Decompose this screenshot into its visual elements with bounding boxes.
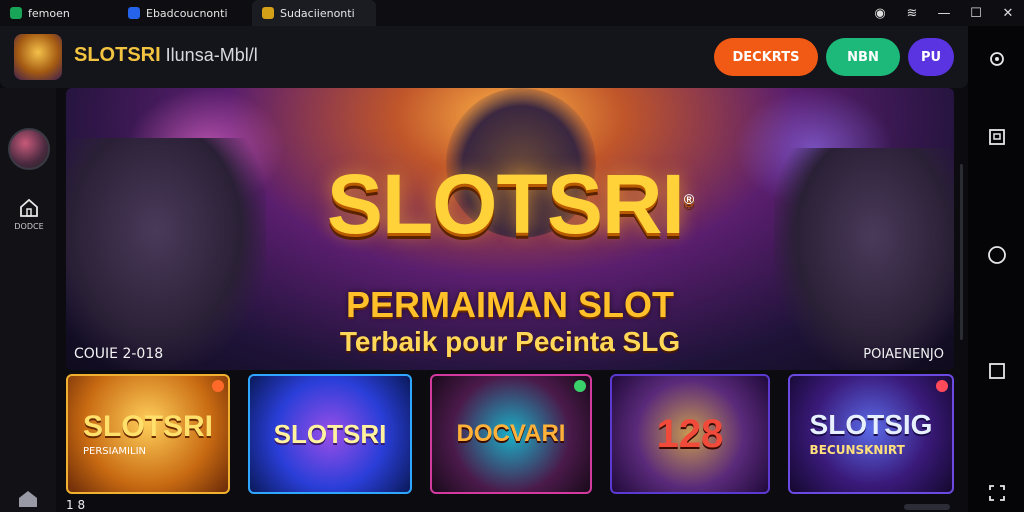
game-card[interactable]: DOCVARI bbox=[430, 374, 592, 494]
game-title: SLOTSRI bbox=[82, 409, 213, 443]
pager[interactable]: 1 8 bbox=[66, 498, 85, 512]
right-system-rail bbox=[968, 26, 1024, 512]
sidebar-item-home[interactable]: DODCE bbox=[10, 198, 48, 231]
brand-name[interactable]: SLOTSRI Ilunsa-Mbl/l bbox=[74, 44, 258, 67]
hero-title-text: SLOTSRI bbox=[326, 157, 685, 251]
game-card[interactable]: SLOTSIG BECUNSKNIRT bbox=[788, 374, 954, 494]
game-title: DOCVARI bbox=[456, 420, 566, 447]
hero-footer-right: POIAENENJO bbox=[863, 347, 944, 362]
game-subtitle: BECUNSKNIRT bbox=[809, 443, 905, 457]
avatar[interactable] bbox=[8, 128, 50, 170]
badge-icon bbox=[574, 380, 586, 392]
scrollbar[interactable] bbox=[960, 164, 963, 340]
hero-tagline: Terbaik pour Pecinta SLG bbox=[339, 326, 681, 357]
deposit-button[interactable]: DECKRTS bbox=[714, 38, 818, 76]
game-title: 128 bbox=[656, 412, 724, 456]
home-circle-icon[interactable] bbox=[986, 244, 1008, 266]
maximize-icon[interactable]: ☐ bbox=[960, 0, 992, 26]
bottom-strip bbox=[56, 496, 968, 512]
tab-label: Ebadcoucnonti bbox=[146, 6, 228, 20]
tab-ebadcoucnonti[interactable]: Ebadcoucnonti bbox=[118, 0, 252, 26]
game-card[interactable]: SLOTSRI bbox=[248, 374, 412, 494]
site-logo[interactable] bbox=[14, 34, 62, 80]
new-button[interactable]: NBN bbox=[826, 38, 900, 76]
record-icon[interactable]: ◉ bbox=[864, 0, 896, 26]
trademark-symbol: ® bbox=[683, 191, 694, 207]
gold-app-icon bbox=[262, 7, 274, 19]
wifi-icon[interactable]: ≋ bbox=[896, 0, 928, 26]
screenshot-icon[interactable] bbox=[986, 126, 1008, 148]
home-icon bbox=[20, 198, 38, 217]
brand-secondary: Ilunsa-Mbl/l bbox=[160, 45, 258, 65]
minimize-icon[interactable]: — bbox=[928, 0, 960, 26]
badge-icon bbox=[936, 380, 948, 392]
hero-title: SLOTSRI® bbox=[66, 156, 954, 253]
hero-subtitle: PERMAIMAN SLOT bbox=[346, 284, 674, 325]
sidebar-item-label: DODCE bbox=[14, 222, 44, 231]
hero-banner[interactable]: SLOTSRI® PERMAIMAN SLOT Terbaik pour Pec… bbox=[66, 88, 954, 370]
brand-primary: SLOTSRI bbox=[74, 44, 161, 66]
app-icon bbox=[10, 7, 22, 19]
home-icon[interactable] bbox=[16, 488, 40, 508]
blue-app-icon bbox=[128, 7, 140, 19]
site-header: SLOTSRI Ilunsa-Mbl/l DECKRTS NBN PU bbox=[0, 26, 968, 88]
game-cards-row: SLOTSRI PERSIAMILIN SLOTSRI DOCVARI 128 … bbox=[66, 374, 954, 494]
game-title: SLOTSRI bbox=[273, 419, 387, 449]
game-subtitle: PERSIAMILIN bbox=[82, 445, 146, 457]
badge-icon bbox=[212, 380, 224, 392]
browser-tab-strip: femoen Ebadcoucnonti Sudaciienonti ◉ ≋ —… bbox=[0, 0, 1024, 26]
game-title: SLOTSIG bbox=[809, 409, 933, 440]
profile-button[interactable]: PU bbox=[908, 38, 954, 76]
settings-icon[interactable] bbox=[986, 48, 1008, 70]
progress-bar bbox=[904, 504, 950, 510]
window-controls: ◉ ≋ — ☐ ✕ bbox=[864, 0, 1024, 26]
tab-label: femoen bbox=[28, 6, 70, 20]
close-icon[interactable]: ✕ bbox=[992, 0, 1024, 26]
recents-square-icon[interactable] bbox=[986, 360, 1008, 382]
game-card[interactable]: SLOTSRI PERSIAMILIN bbox=[66, 374, 230, 494]
game-card[interactable]: 128 bbox=[610, 374, 770, 494]
expand-icon[interactable] bbox=[986, 482, 1008, 504]
tab-sudaciienonti[interactable]: Sudaciienonti bbox=[252, 0, 376, 26]
tab-femoen[interactable]: femoen bbox=[0, 0, 118, 26]
hero-footer-left: COUIE 2-018 bbox=[74, 346, 164, 362]
left-sidebar: DODCE bbox=[0, 88, 56, 512]
tab-label: Sudaciienonti bbox=[280, 6, 355, 20]
